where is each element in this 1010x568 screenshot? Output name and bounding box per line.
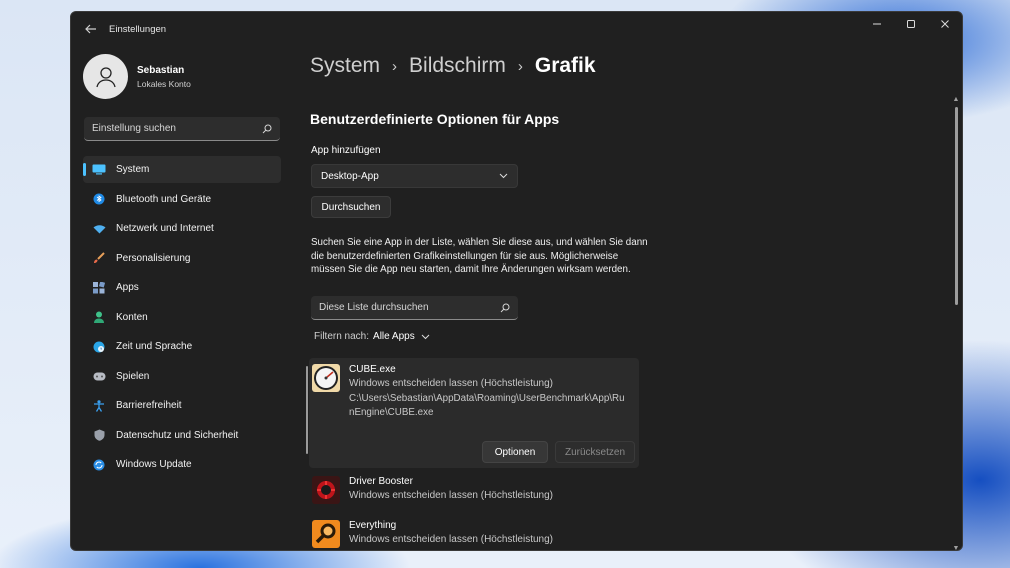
main-content: System › Bildschirm › Grafik Benutzerdef… (306, 46, 949, 550)
person-icon (92, 310, 106, 324)
app-filter[interactable]: Filtern nach: Alle Apps (314, 331, 430, 342)
sidebar-nav: System Bluetooth und Geräte Netzwerk und… (83, 156, 281, 481)
maximize-button[interactable] (894, 12, 928, 36)
minimize-button[interactable] (860, 12, 894, 36)
close-button[interactable] (928, 12, 962, 36)
profile-account-type: Lokales Konto (137, 78, 191, 89)
gauge-icon (312, 364, 340, 392)
page-title: Grafik (534, 54, 596, 77)
app-type-dropdown[interactable]: Desktop-App (311, 164, 518, 188)
sidebar-item-network[interactable]: Netzwerk und Internet (83, 215, 281, 242)
browse-button[interactable]: Durchsuchen (311, 196, 391, 218)
bluetooth-icon (92, 192, 106, 206)
sidebar-item-time-language[interactable]: Zeit und Sprache (83, 333, 281, 360)
close-icon (941, 20, 949, 28)
back-button[interactable] (73, 12, 109, 46)
instructions-text: Suchen Sie eine App in der Liste, wählen… (311, 237, 648, 275)
breadcrumb: System › Bildschirm › Grafik (310, 54, 596, 78)
settings-search-input[interactable] (92, 123, 242, 134)
app-status: Windows entscheiden lassen (Höchstleistu… (349, 378, 553, 389)
sidebar-item-apps[interactable]: Apps (83, 274, 281, 301)
minimize-icon (873, 23, 881, 25)
breadcrumb-separator: › (392, 57, 398, 75)
section-title: Benutzerdefinierte Optionen für Apps (310, 111, 560, 127)
scroll-thumb[interactable] (954, 107, 958, 305)
app-name: Driver Booster (349, 476, 413, 487)
sidebar-item-label: Netzwerk und Internet (116, 223, 214, 234)
settings-window: Einstellungen Sebastian Lokales Konto Ei… (70, 11, 963, 551)
options-button[interactable]: Optionen (482, 441, 548, 463)
sidebar-item-label: Apps (116, 282, 139, 293)
list-item[interactable]: Driver Booster Windows entscheiden lasse… (312, 476, 553, 504)
titlebar: Einstellungen (71, 12, 962, 46)
avatar (83, 54, 128, 99)
list-item[interactable]: Everything Windows entscheiden lassen (H… (312, 520, 553, 548)
search-icon[interactable] (500, 303, 510, 313)
sidebar-item-label: Personalisierung (116, 252, 191, 264)
back-arrow-icon (85, 24, 96, 34)
user-profile[interactable]: Sebastian Lokales Konto (83, 54, 191, 99)
app-type-selected: Desktop-App (321, 170, 379, 182)
sidebar-item-personalization[interactable]: Personalisierung (83, 245, 281, 272)
chevron-down-icon (499, 173, 508, 179)
app-status: Windows entscheiden lassen (Höchstleistu… (349, 534, 553, 545)
maximize-icon (907, 20, 915, 28)
brush-icon (92, 251, 106, 265)
sidebar-item-label: Spielen (116, 370, 150, 382)
filter-label: Filtern nach: (314, 331, 370, 342)
window-controls (860, 12, 962, 36)
reset-button[interactable]: Zurücksetzen (555, 441, 635, 463)
chevron-down-icon (421, 334, 430, 339)
magnifier-icon (312, 520, 340, 548)
accessibility-icon (92, 399, 106, 413)
sidebar-item-label: System (116, 164, 150, 175)
person-avatar-icon (95, 66, 116, 87)
sidebar-item-label: Konten (116, 311, 148, 323)
sidebar-item-label: Datenschutz und Sicherheit (116, 429, 239, 441)
breadcrumb-separator: › (517, 57, 523, 75)
app-list-search-input[interactable] (319, 302, 489, 313)
sidebar-item-label: Bluetooth und Geräte (116, 193, 212, 205)
breadcrumb-system[interactable]: System (310, 54, 380, 78)
sidebar-item-label: Zeit und Sprache (116, 341, 193, 352)
sidebar-item-windows-update[interactable]: Windows Update (83, 451, 281, 478)
add-app-label: App hinzufügen (311, 145, 381, 156)
sidebar-item-system[interactable]: System (83, 156, 281, 183)
window-title: Einstellungen (109, 23, 167, 35)
wifi-icon (92, 222, 106, 236)
globe-clock-icon (92, 340, 106, 354)
sidebar: Sebastian Lokales Konto System Bluetooth… (71, 46, 289, 546)
app-name: CUBE.exe (349, 364, 396, 375)
app-list-search (311, 296, 518, 320)
scroll-up-icon[interactable]: ▲ (952, 96, 960, 103)
scrollbar[interactable]: ▲ ▼ (952, 96, 960, 550)
scroll-down-icon[interactable]: ▼ (952, 545, 960, 550)
driver-booster-icon (312, 476, 340, 504)
app-name: Everything (349, 520, 397, 531)
apps-icon (92, 281, 106, 295)
breadcrumb-display[interactable]: Bildschirm (409, 54, 506, 78)
sidebar-item-gaming[interactable]: Spielen (83, 363, 281, 390)
monitor-icon (92, 163, 106, 177)
sidebar-item-accessibility[interactable]: Barrierefreiheit (83, 392, 281, 419)
app-status: Windows entscheiden lassen (Höchstleistu… (349, 490, 553, 501)
update-icon (92, 458, 106, 472)
shield-icon (92, 428, 106, 442)
app-path: C:\Users\Sebastian\AppData\Roaming\UserB… (349, 393, 625, 418)
sidebar-item-privacy-security[interactable]: Datenschutz und Sicherheit (83, 422, 281, 449)
search-icon[interactable] (262, 124, 272, 134)
settings-search (84, 117, 280, 141)
filter-value: Alle Apps (373, 331, 415, 342)
app-card-selected[interactable]: CUBE.exe Windows entscheiden lassen (Höc… (306, 358, 639, 468)
sidebar-item-label: Barrierefreiheit (116, 400, 182, 411)
sidebar-item-label: Windows Update (116, 459, 192, 470)
sidebar-item-bluetooth[interactable]: Bluetooth und Geräte (83, 186, 281, 213)
sidebar-item-accounts[interactable]: Konten (83, 304, 281, 331)
profile-name: Sebastian (137, 64, 185, 76)
gamepad-icon (92, 369, 106, 383)
